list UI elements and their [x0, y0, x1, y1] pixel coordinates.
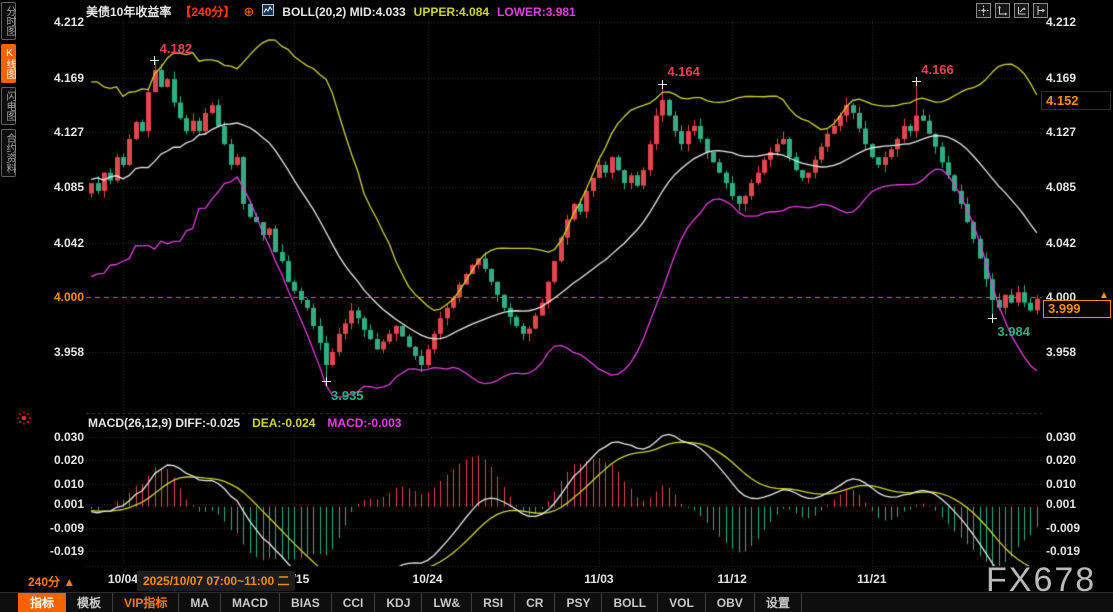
price-up-arrow-icon: ▲ [1099, 290, 1109, 301]
price-annotation: 4.164 [667, 64, 700, 79]
toolbar-item-8[interactable]: LW& [422, 593, 472, 612]
toolbar-item-3[interactable]: MA [179, 593, 221, 612]
chart-canvas[interactable] [0, 0, 1113, 612]
add-alert-icon[interactable]: ⊕ [243, 6, 254, 18]
macd-dea-readout: DEA:-0.024 [252, 416, 315, 430]
toolbar-item-11[interactable]: PSY [555, 593, 602, 612]
interval-selector[interactable]: 240分 ▲ [28, 573, 75, 590]
mini-chart-icon [262, 4, 274, 19]
alert-marker-icon[interactable] [16, 410, 32, 431]
y-axis-label: 4.085 [38, 180, 84, 194]
y-axis-label: 0.030 [1046, 430, 1092, 444]
y-axis-label: 4.169 [1046, 71, 1092, 85]
y-axis-label: 0.020 [1046, 453, 1092, 467]
chart-header: 美债10年收益率 【240分】 ⊕ BOLL(20,2) MID:4.033 U… [86, 3, 576, 20]
toolbar-item-13[interactable]: VOL [658, 593, 706, 612]
extreme-marker-icon [658, 80, 667, 89]
extreme-marker-icon [912, 77, 921, 86]
boll-upper-readout: UPPER:4.084 [414, 5, 489, 19]
chart-type-sidebar: 分时图 K线图闪电图合约资料 [1, 2, 16, 177]
boll-mid-readout: BOLL(20,2) MID:4.033 [282, 5, 405, 19]
extreme-marker-icon [150, 56, 159, 65]
y-axis-label: -0.019 [1046, 544, 1092, 558]
y-axis-label: 4.085 [1046, 180, 1092, 194]
x-axis-label: 10/24 [413, 572, 443, 586]
toolbar-item-9[interactable]: RSI [472, 593, 515, 612]
y-axis-label: 0.030 [38, 430, 84, 444]
toolbar-item-4[interactable]: MACD [221, 593, 280, 612]
y-axis-label: 0.001 [1046, 497, 1092, 511]
interval-arrow-icon: ▲ [63, 575, 75, 589]
alert-price-tag: 3.999 [1043, 300, 1111, 318]
instrument-title: 美债10年收益率 [86, 3, 171, 20]
sidebar-tab-kline-chart[interactable]: K线图 [1, 44, 16, 83]
x-axis-label: 11/03 [584, 572, 613, 586]
toolbar-item-5[interactable]: BIAS [280, 593, 332, 612]
y-axis-label: 0.001 [38, 497, 84, 511]
y-axis-label: 4.127 [38, 125, 84, 139]
toolbar-item-0[interactable]: 指标 [18, 593, 66, 612]
period-tag[interactable]: 【240分】 [179, 3, 235, 20]
y-axis-label: 0.010 [38, 477, 84, 491]
y-axis-label: 0.020 [38, 453, 84, 467]
y-axis-label: 3.958 [1046, 345, 1092, 359]
toolbar-item-10[interactable]: CR [515, 593, 555, 612]
y-axis-label: 4.212 [38, 15, 84, 29]
price-annotation: 4.182 [160, 41, 193, 56]
toolbar-item-6[interactable]: CCI [332, 593, 376, 612]
y-axis-label: 4.000 [38, 290, 84, 304]
y-axis-label: 3.958 [38, 345, 84, 359]
chart-tool-icons [976, 3, 1048, 18]
time-range-tooltip: 2025/10/07 07:00~11:00 二 [137, 571, 295, 591]
indicator-toolbar: 指标模板VIP指标MAMACDBIASCCIKDJLW&RSICRPSYBOLL… [0, 592, 1113, 612]
x-axis-label: 10/04 [108, 572, 138, 586]
sidebar-tab-flash-chart[interactable]: 闪电图 [1, 87, 16, 125]
y-axis-label: -0.009 [1046, 521, 1092, 535]
y-axis-label: 4.042 [38, 236, 84, 250]
zoom-x-axis-icon[interactable] [1014, 3, 1029, 18]
y-axis-label: 4.212 [1046, 15, 1092, 29]
extreme-marker-icon [322, 377, 331, 386]
y-axis-label: -0.009 [38, 521, 84, 535]
last-price-tag: 4.152 [1041, 91, 1111, 110]
boll-lower-readout: LOWER:3.981 [497, 5, 576, 19]
y-axis-label: 4.169 [38, 71, 84, 85]
toolbar-item-2[interactable]: VIP指标 [113, 593, 179, 612]
y-axis-label: 4.127 [1046, 125, 1092, 139]
toolbar-item-14[interactable]: OBV [706, 593, 755, 612]
toolbar-item-1[interactable]: 模板 [66, 593, 113, 612]
macd-header: MACD(26,12,9) DIFF:-0.025 DEA:-0.024 MAC… [88, 416, 401, 430]
sidebar-tab-contract-info[interactable]: 合约资料 [1, 129, 16, 177]
macd-title: MACD(26,12,9) DIFF:-0.025 [88, 416, 240, 430]
zoom-y-axis-icon[interactable] [995, 3, 1010, 18]
y-axis-label: 0.010 [1046, 477, 1092, 491]
x-axis-label: 11/21 [857, 572, 886, 586]
sidebar-tab-time-chart[interactable]: 分时图 [1, 2, 16, 40]
x-axis-label: 11/12 [717, 572, 746, 586]
move-crosshair-icon[interactable] [976, 3, 991, 18]
y-axis-label: -0.019 [38, 544, 84, 558]
price-annotation: 4.166 [921, 62, 954, 77]
price-annotation: 3.935 [331, 388, 364, 403]
macd-macd-readout: MACD:-0.003 [327, 416, 401, 430]
y-axis-label: 4.042 [1046, 236, 1092, 250]
toolbar-item-12[interactable]: BOLL [602, 593, 658, 612]
toolbar-item-7[interactable]: KDJ [375, 593, 422, 612]
extreme-marker-icon [988, 314, 997, 323]
trading-app-window: 分时图 K线图闪电图合约资料 美债10年收益率 【240分】 ⊕ BOLL(20,… [0, 0, 1113, 612]
price-annotation: 3.984 [997, 324, 1030, 339]
toolbar-item-15[interactable]: 设置 [755, 593, 802, 612]
